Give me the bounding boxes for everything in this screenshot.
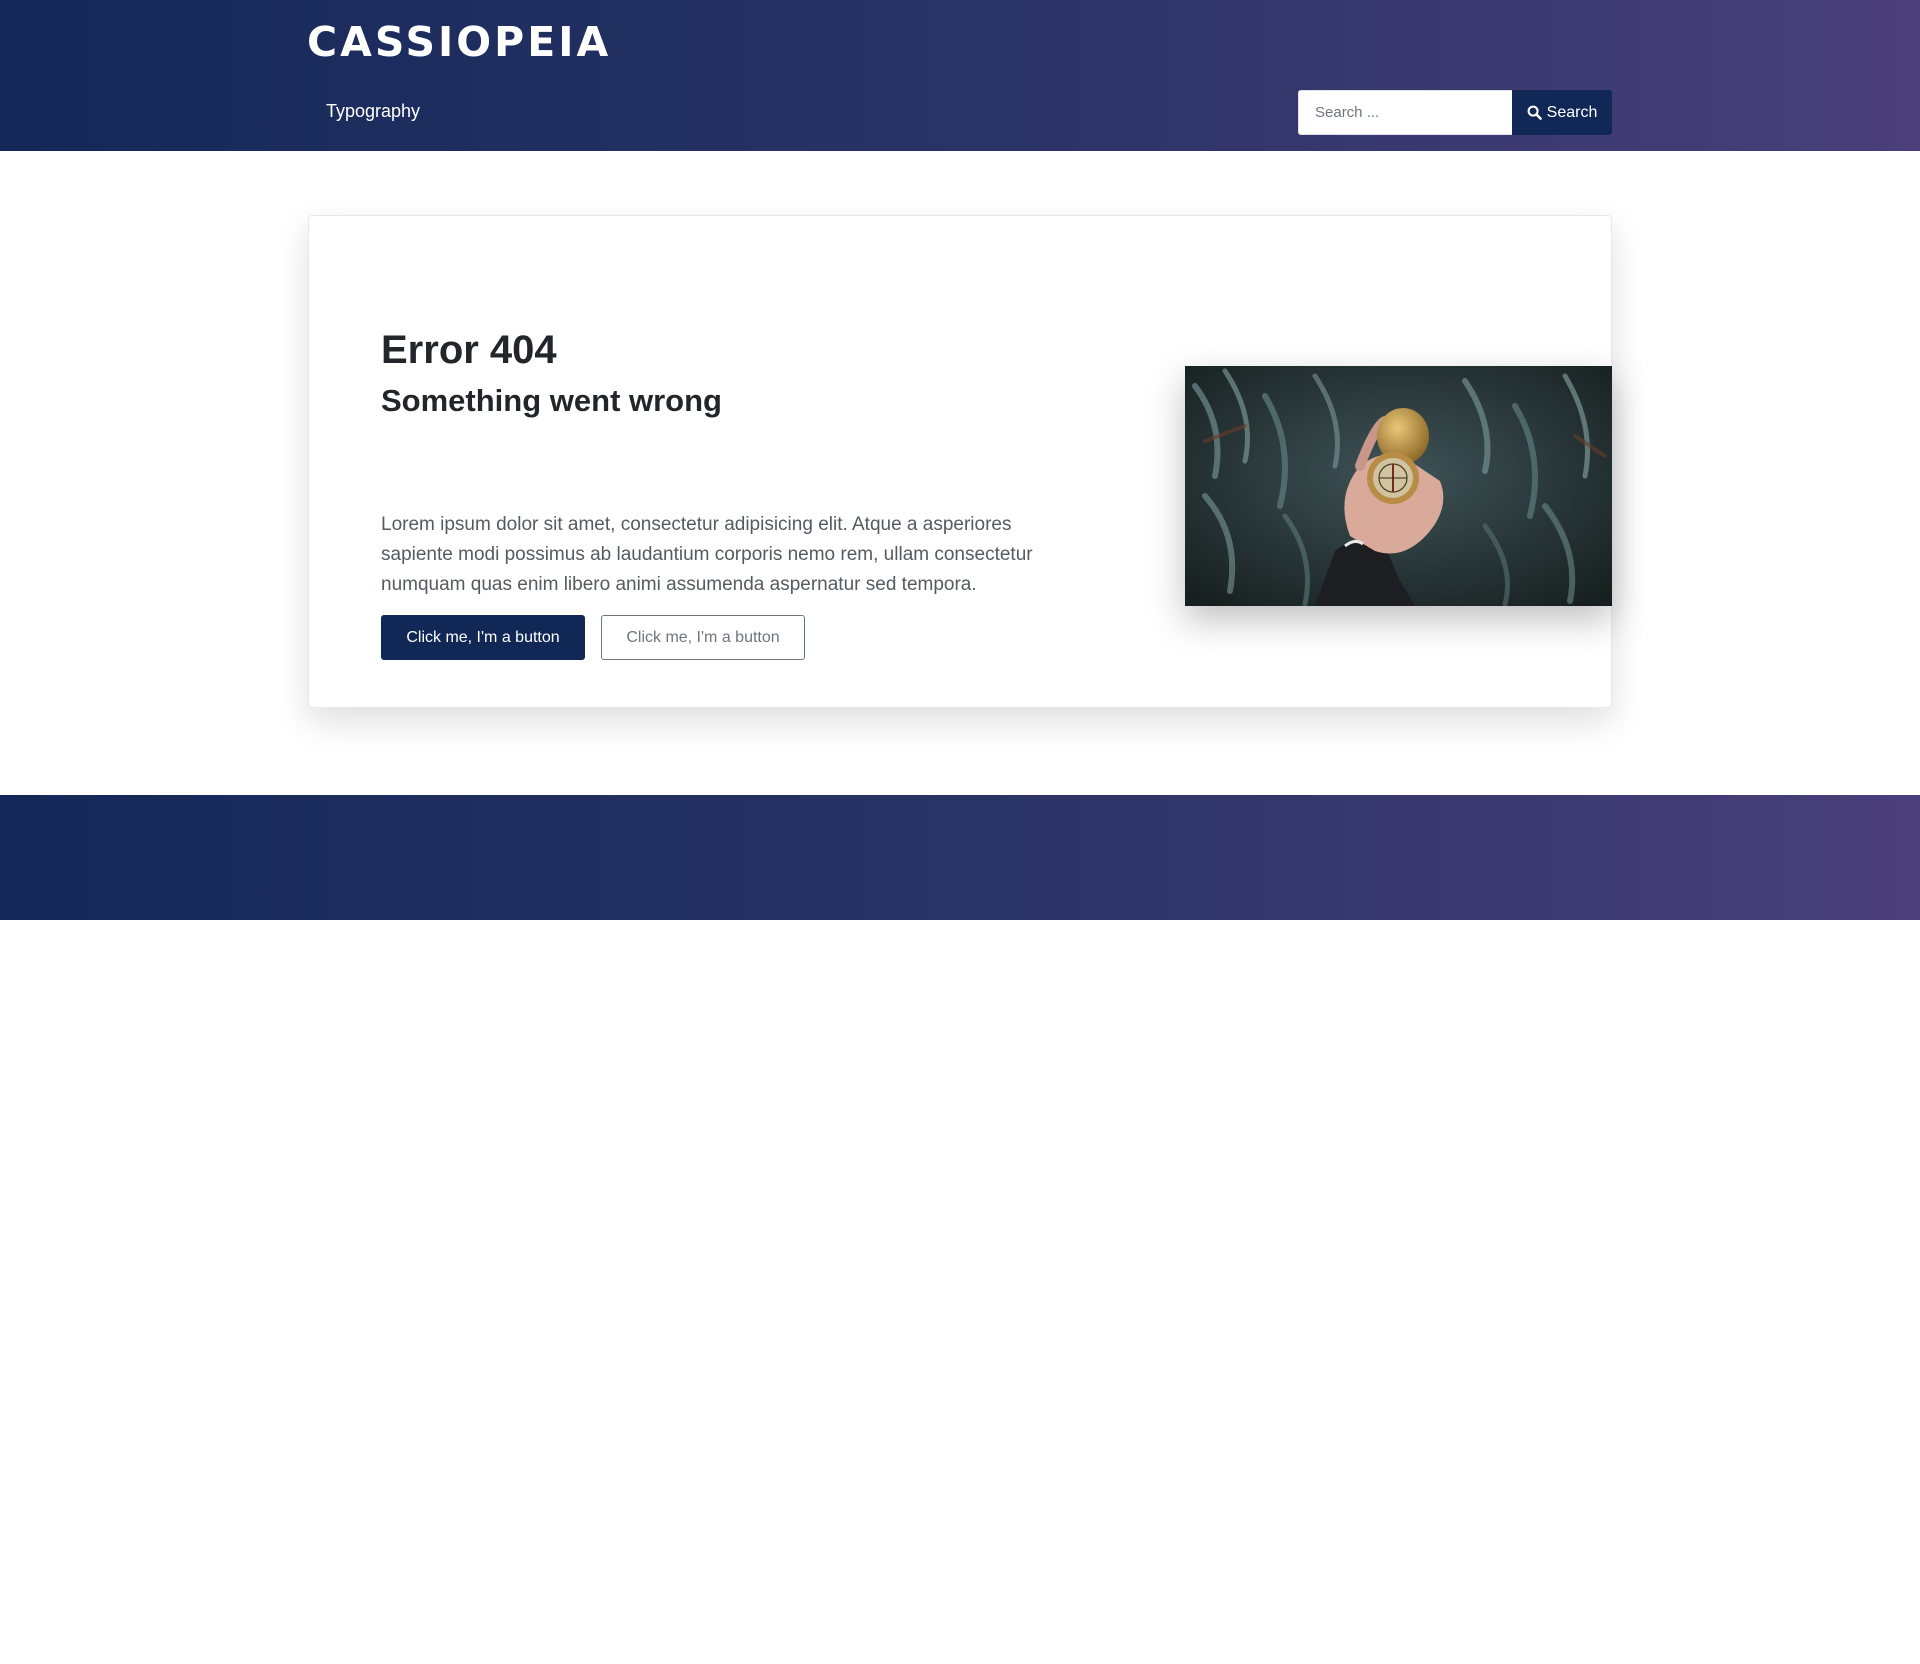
error-description: Lorem ipsum dolor sit amet, consectetur … bbox=[381, 514, 1033, 595]
site-logo[interactable]: CASSIOPEIA bbox=[307, 18, 611, 66]
compass-image bbox=[1185, 366, 1612, 606]
search-icon bbox=[1527, 105, 1542, 120]
page-title: Error 404 bbox=[381, 328, 557, 372]
nav-item-typography[interactable]: Typography bbox=[326, 101, 420, 122]
search-button-label: Search bbox=[1546, 103, 1598, 121]
primary-button[interactable]: Click me, I'm a button bbox=[381, 615, 585, 660]
page-subtitle: Something went wrong bbox=[381, 383, 722, 418]
site-header: CASSIOPEIA Typography Search bbox=[0, 0, 1920, 151]
site-footer: Login bbox=[0, 795, 1920, 1663]
search-input[interactable] bbox=[1298, 90, 1512, 135]
search-button[interactable]: Search bbox=[1512, 90, 1612, 135]
footer-login-link[interactable]: Login bbox=[326, 1643, 370, 1664]
secondary-button[interactable]: Click me, I'm a button bbox=[601, 615, 805, 660]
